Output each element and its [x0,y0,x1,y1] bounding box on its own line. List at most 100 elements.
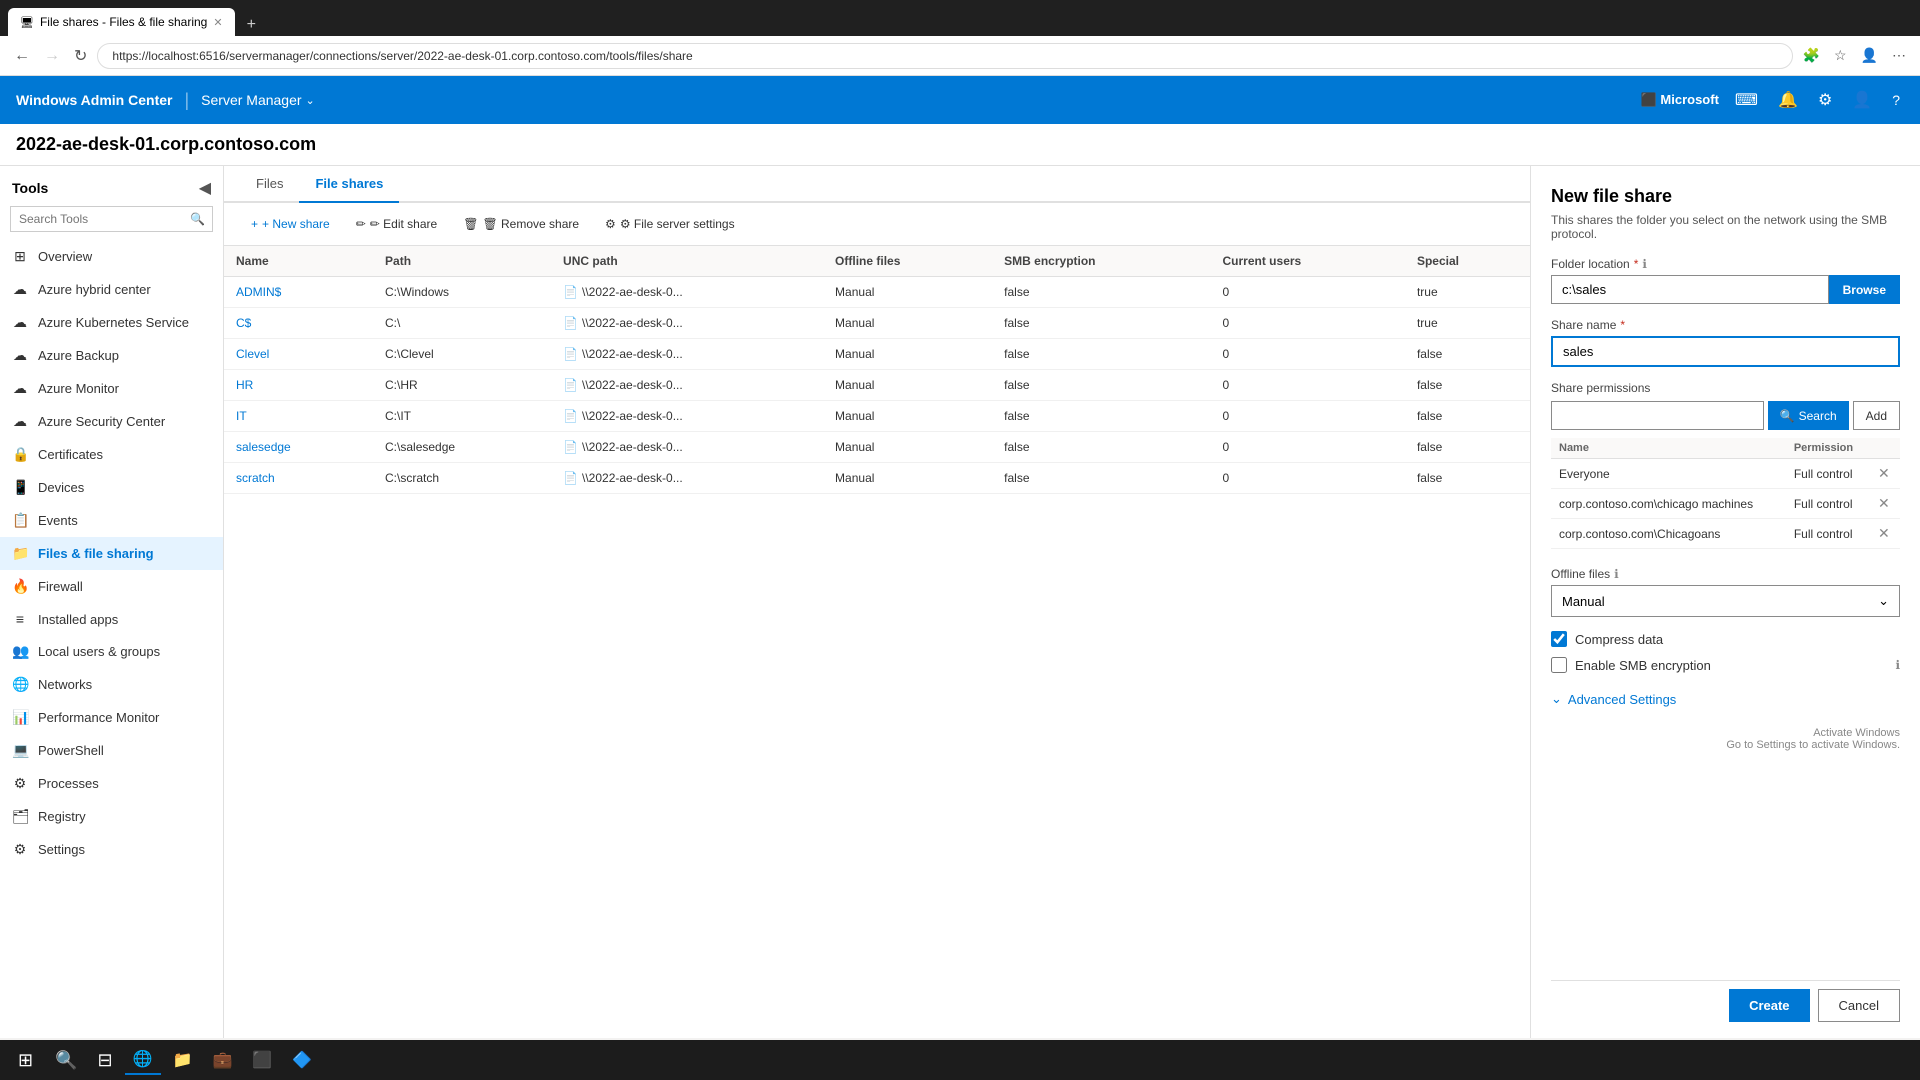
notification-btn[interactable]: 🔔 [1774,86,1802,114]
sidebar: Tools ◀ 🔍 ⊞ Overview ☁ Azure hybrid cent… [0,166,224,1038]
sidebar-item-overview[interactable]: ⊞ Overview [0,240,223,273]
table-row[interactable]: ADMIN$ C:\Windows 📄\\2022-ae-desk-0... M… [224,277,1530,308]
compress-data-checkbox[interactable] [1551,631,1567,647]
col-unc: UNC path [551,246,823,277]
permissions-table: Name Permission Everyone Full control ✕ … [1551,438,1900,549]
browse-btn[interactable]: Browse [1829,275,1900,304]
info-icon-folder[interactable]: ℹ [1642,257,1647,271]
sidebar-item-networks[interactable]: 🌐 Networks [0,668,223,701]
terminal-btn[interactable]: ⌨ [1731,86,1762,114]
table-row[interactable]: salesedge C:\salesedge 📄\\2022-ae-desk-0… [224,432,1530,463]
cancel-btn[interactable]: Cancel [1818,989,1900,1022]
tab-close-icon[interactable]: ✕ [213,16,222,29]
taskbar-search-btn[interactable]: 🔍 [47,1046,85,1075]
tabs-bar: Files File shares [224,166,1530,203]
sidebar-item-certificates[interactable]: 🔒 Certificates [0,438,223,471]
sidebar-item-devices[interactable]: 📱 Devices [0,471,223,504]
sidebar-item-local-users[interactable]: 👥 Local users & groups [0,635,223,668]
sidebar-item-firewall[interactable]: 🔥 Firewall [0,570,223,603]
remove-share-btn[interactable]: 🗑 🗑 Remove share [452,211,590,237]
perf-monitor-icon: 📊 [12,709,28,726]
browser-tab[interactable]: 🖥 File shares - Files & file sharing ✕ [8,8,235,36]
col-special: Special [1405,246,1530,277]
sidebar-label-overview: Overview [38,249,92,264]
tab-favicon: 🖥 [20,16,34,29]
sidebar-label-settings: Settings [38,842,85,857]
user-btn[interactable]: 👤 [1848,86,1876,114]
help-btn[interactable]: ? [1888,88,1904,112]
extensions-btn[interactable]: 🧩 [1799,43,1824,68]
table-row[interactable]: IT C:\IT 📄\\2022-ae-desk-0... Manual fal… [224,401,1530,432]
tab-file-shares[interactable]: File shares [299,166,399,203]
settings-btn[interactable]: ⚙ [1814,86,1836,114]
sidebar-item-files[interactable]: 📁 Files & file sharing [0,537,223,570]
folder-location-input[interactable] [1551,275,1829,304]
edit-share-icon: ✏ [356,217,366,231]
sidebar-label-azure-backup: Azure Backup [38,348,119,363]
table-row[interactable]: HR C:\HR 📄\\2022-ae-desk-0... Manual fal… [224,370,1530,401]
new-tab-btn[interactable]: + [239,16,264,34]
sidebar-item-registry[interactable]: 🗂 Registry [0,800,223,833]
new-share-btn[interactable]: + + New share [240,211,341,237]
taskbar-task-view-btn[interactable]: ⊟ [90,1046,121,1075]
permissions-search-btn[interactable]: 🔍 Search [1768,401,1849,430]
sidebar-label-certificates: Certificates [38,447,103,462]
sidebar-item-azure-hybrid[interactable]: ☁ Azure hybrid center [0,273,223,306]
sidebar-label-azure-security: Azure Security Center [38,414,165,429]
browser-profile-btn[interactable]: 👤 [1857,43,1882,68]
back-btn[interactable]: ← [10,43,34,69]
sidebar-item-processes[interactable]: ⚙ Processes [0,767,223,800]
sidebar-item-events[interactable]: 📋 Events [0,504,223,537]
taskbar-explorer-btn[interactable]: 📁 [165,1046,201,1074]
sidebar-item-azure-monitor[interactable]: ☁ Azure Monitor [0,372,223,405]
remove-permission-btn[interactable]: ✕ [1878,465,1890,482]
info-icon-offline[interactable]: ℹ [1614,567,1619,581]
sidebar-item-azure-backup[interactable]: ☁ Azure Backup [0,339,223,372]
create-btn[interactable]: Create [1729,989,1809,1022]
smb-encryption-checkbox[interactable] [1551,657,1567,673]
folder-location-row: Folder location * ℹ Browse [1551,257,1900,304]
address-input[interactable] [97,43,1792,69]
taskbar-edge-btn[interactable]: 🌐 [125,1045,161,1075]
sidebar-item-installed-apps[interactable]: ≡ Installed apps [0,603,223,635]
info-icon-smb[interactable]: ℹ [1895,658,1900,672]
sidebar-item-azure-kubernetes[interactable]: ☁ Azure Kubernetes Service [0,306,223,339]
forward-btn[interactable]: → [40,43,64,69]
table-row[interactable]: Clevel C:\Clevel 📄\\2022-ae-desk-0... Ma… [224,339,1530,370]
sidebar-collapse-btn[interactable]: ◀ [199,178,211,198]
sidebar-item-performance-monitor[interactable]: 📊 Performance Monitor [0,701,223,734]
edit-share-btn[interactable]: ✏ ✏ Edit share [345,211,448,237]
start-btn[interactable]: ⊞ [8,1046,43,1075]
permissions-search-row: 🔍 Search Add [1551,401,1900,430]
tab-files[interactable]: Files [240,166,299,203]
share-name-input[interactable] [1551,336,1900,367]
permissions-search-input[interactable] [1551,401,1764,430]
favorites-btn[interactable]: ☆ [1830,43,1851,68]
remove-permission-btn[interactable]: ✕ [1878,495,1890,512]
azure-monitor-icon: ☁ [12,380,28,397]
local-users-icon: 👥 [12,643,28,660]
app-bar-server-manager[interactable]: Server Manager ⌄ [201,92,315,108]
permissions-add-btn[interactable]: Add [1853,401,1900,430]
taskbar-store-btn[interactable]: 💼 [204,1046,240,1074]
offline-files-dropdown[interactable]: Manual ⌄ [1551,585,1900,617]
taskbar-ps-btn[interactable]: 🔷 [284,1046,320,1074]
remove-permission-btn[interactable]: ✕ [1878,525,1890,542]
table-row[interactable]: C$ C:\ 📄\\2022-ae-desk-0... Manual false… [224,308,1530,339]
sidebar-item-powershell[interactable]: 💻 PowerShell [0,734,223,767]
smb-encryption-label: Enable SMB encryption [1575,658,1711,673]
sidebar-item-settings[interactable]: ⚙ Settings [0,833,223,866]
taskbar-terminal-btn[interactable]: ⬛ [244,1046,280,1074]
chevron-right-icon: ⌄ [1551,691,1562,707]
offline-files-label: Offline files ℹ [1551,567,1900,581]
col-smb: SMB encryption [992,246,1210,277]
advanced-settings-btn[interactable]: ⌄ Advanced Settings [1551,687,1900,711]
sidebar-item-azure-security[interactable]: ☁ Azure Security Center [0,405,223,438]
table-row[interactable]: scratch C:\scratch 📄\\2022-ae-desk-0... … [224,463,1530,494]
search-tools-input[interactable] [11,207,182,231]
new-share-icon: + [251,217,258,231]
file-server-settings-btn[interactable]: ⚙ ⚙ File server settings [594,211,746,237]
processes-icon: ⚙ [12,775,28,792]
refresh-btn[interactable]: ↻ [70,42,91,70]
browser-more-btn[interactable]: ⋯ [1888,43,1910,68]
